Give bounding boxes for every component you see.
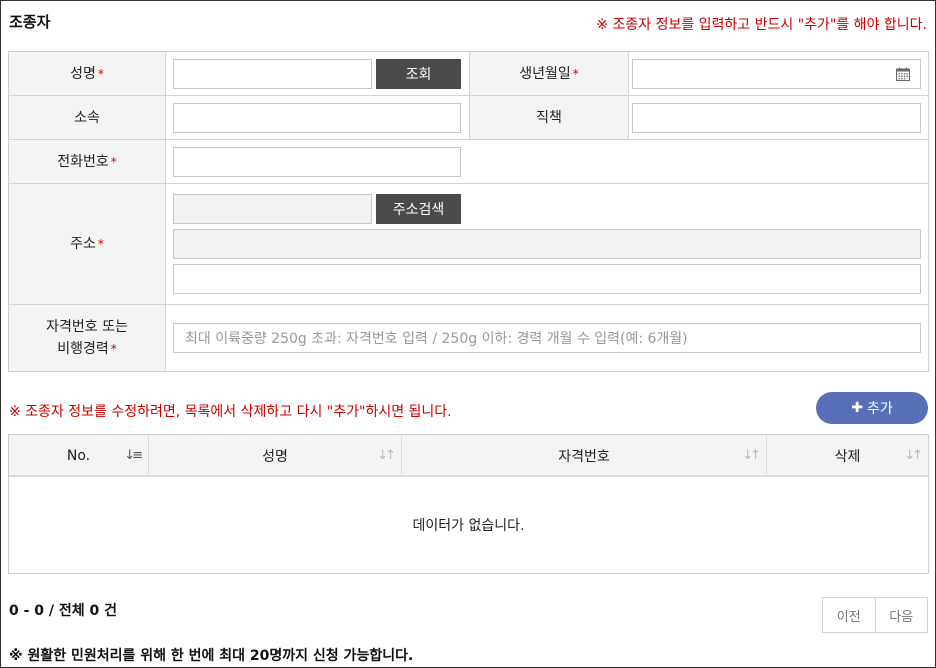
affiliation-input[interactable] (173, 103, 461, 133)
phone-input[interactable] (173, 147, 461, 177)
required-mark: * (110, 342, 117, 356)
column-header-delete[interactable]: 삭제 ↓↑ (767, 435, 928, 476)
add-button[interactable]: ✚ 추가 (816, 392, 928, 424)
license-label: 자격번호 또는 비행경력 * (9, 305, 165, 371)
birth-label: 생년월일 * (470, 52, 628, 95)
position-label: 직책 (470, 96, 628, 139)
position-input[interactable] (632, 103, 921, 133)
sort-icon[interactable]: ↓↑ (904, 448, 923, 463)
column-header-name[interactable]: 성명 ↓↑ (149, 435, 401, 476)
column-header-no[interactable]: No. ↓≡ (9, 435, 148, 476)
column-header-license[interactable]: 자격번호 ↓↑ (402, 435, 766, 476)
address-search-button[interactable]: 주소검색 (376, 194, 461, 224)
record-count: 0 - 0 / 전체 0 건 (9, 603, 118, 619)
required-mark: * (97, 237, 104, 251)
plus-icon: ✚ (851, 400, 863, 416)
required-mark: * (110, 154, 117, 169)
prev-page-button[interactable]: 이전 (823, 598, 875, 632)
phone-label: 전화번호 * (9, 140, 165, 183)
next-page-button[interactable]: 다음 (874, 598, 928, 632)
birth-date-input[interactable] (632, 59, 921, 89)
postal-code-input[interactable] (173, 194, 372, 224)
lookup-button[interactable]: 조회 (376, 59, 461, 89)
section-notice: ※ 조종자 정보를 입력하고 반드시 "추가"를 해야 합니다. (596, 17, 927, 33)
col-divider (165, 52, 166, 371)
section-title: 조종자 (9, 13, 51, 31)
license-placeholder: 최대 이륙중량 250g 초과: 자격번호 입력 / 250g 이하: 경력 개… (185, 331, 688, 347)
required-mark: * (572, 66, 579, 81)
pilot-form: 성명 * 조회 생년월일 * 소속 직책 전화번호 * 주소 * 주소검색 자격… (8, 51, 929, 372)
name-label: 성명 * (9, 52, 165, 95)
license-input[interactable]: 최대 이륙중량 250g 초과: 자격번호 입력 / 250g 이하: 경력 개… (173, 323, 921, 353)
address-detail-input[interactable] (173, 264, 921, 294)
sort-icon[interactable]: ↓↑ (377, 448, 396, 463)
required-mark: * (97, 66, 104, 81)
affiliation-label: 소속 (9, 96, 165, 139)
table-header: No. ↓≡ 성명 ↓↑ 자격번호 ↓↑ 삭제 ↓↑ (9, 435, 928, 477)
limit-note: ※ 원활한 민원처리를 위해 한 번에 최대 20명까지 신청 가능합니다. (9, 648, 414, 664)
sort-desc-icon[interactable]: ↓≡ (124, 448, 143, 463)
col-divider (628, 52, 629, 139)
empty-message: 데이터가 없습니다. (412, 518, 525, 534)
pagination: 이전 다음 (822, 597, 928, 633)
calendar-icon[interactable] (896, 67, 910, 81)
edit-notice: ※ 조종자 정보를 수정하려면, 목록에서 삭제하고 다시 "추가"하시면 됩니… (9, 404, 452, 420)
sort-icon[interactable]: ↓↑ (742, 448, 761, 463)
name-input[interactable] (173, 59, 372, 89)
address-label: 주소 * (9, 184, 165, 304)
address-input[interactable] (173, 229, 921, 259)
pilot-table: No. ↓≡ 성명 ↓↑ 자격번호 ↓↑ 삭제 ↓↑ 데이터가 없습니다. (8, 434, 929, 574)
